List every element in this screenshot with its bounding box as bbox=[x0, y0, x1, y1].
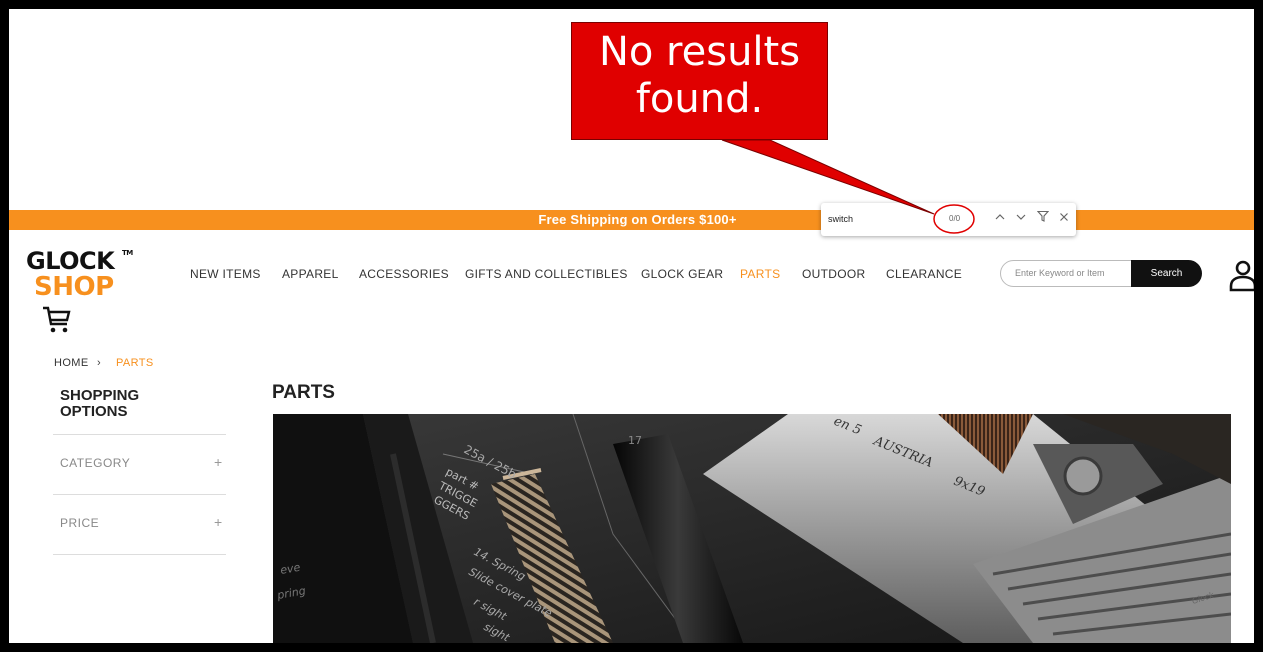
hero-text: 17 bbox=[628, 434, 642, 447]
promo-text: Free Shipping on Orders $100+ bbox=[538, 212, 737, 227]
breadcrumb-current: PARTS bbox=[116, 357, 154, 369]
user-account-icon[interactable] bbox=[1229, 260, 1254, 297]
search-button[interactable]: Search bbox=[1131, 260, 1202, 287]
callout-line2: found. bbox=[635, 76, 764, 122]
chevron-up-icon[interactable] bbox=[993, 210, 1007, 226]
logo-shop-text: SHOP bbox=[34, 272, 114, 302]
hero-banner-image: 25a / 25b 17 part # TRIGGE GGERS AUSTRIA… bbox=[273, 414, 1231, 643]
breadcrumb-home[interactable]: HOME bbox=[54, 357, 89, 369]
find-input[interactable]: switch bbox=[828, 214, 853, 224]
nav-item-new-items[interactable]: NEW ITEMS bbox=[190, 267, 261, 283]
shopping-options-line2: OPTIONS bbox=[60, 403, 128, 420]
filter-divider bbox=[53, 494, 226, 495]
search-input[interactable]: Enter Keyword or Item bbox=[1000, 260, 1140, 287]
nav-item-gifts-and-collectibles[interactable]: GIFTS AND COLLECTIBLES bbox=[465, 267, 628, 283]
nav-item-parts[interactable]: PARTS bbox=[740, 267, 780, 283]
filter-price-label: PRICE bbox=[60, 516, 100, 530]
shopping-options-line1: SHOPPING bbox=[60, 387, 140, 404]
callout-line1: No results bbox=[598, 29, 801, 75]
filter-divider bbox=[53, 434, 226, 435]
page-title: PARTS bbox=[272, 382, 335, 403]
logo-trademark: TM bbox=[122, 249, 133, 257]
find-bar: switch 0/0 bbox=[821, 203, 1076, 236]
plus-icon[interactable]: + bbox=[214, 514, 222, 530]
no-results-callout: No results found. bbox=[571, 22, 828, 140]
nav-item-outdoor[interactable]: OUTDOOR bbox=[802, 267, 865, 283]
plus-icon[interactable]: + bbox=[214, 454, 222, 470]
chevron-down-icon[interactable] bbox=[1014, 210, 1028, 226]
nav-item-accessories[interactable]: ACCESSORIES bbox=[359, 267, 449, 283]
close-icon[interactable] bbox=[1057, 210, 1071, 226]
find-result-count: 0/0 bbox=[949, 214, 961, 223]
nav-item-apparel[interactable]: APPAREL bbox=[282, 267, 339, 283]
nav-item-clearance[interactable]: CLEARANCE bbox=[886, 267, 962, 283]
cart-icon[interactable] bbox=[42, 305, 72, 340]
breadcrumb-separator: › bbox=[97, 357, 102, 369]
logo-glock-text: GLOCK bbox=[26, 247, 115, 275]
filter-icon[interactable] bbox=[1036, 210, 1050, 226]
filter-divider bbox=[53, 554, 226, 555]
nav-item-glock-gear[interactable]: GLOCK GEAR bbox=[641, 267, 723, 283]
shopping-options-title: SHOPPING OPTIONS bbox=[60, 388, 139, 420]
filter-category-label: CATEGORY bbox=[60, 456, 131, 470]
